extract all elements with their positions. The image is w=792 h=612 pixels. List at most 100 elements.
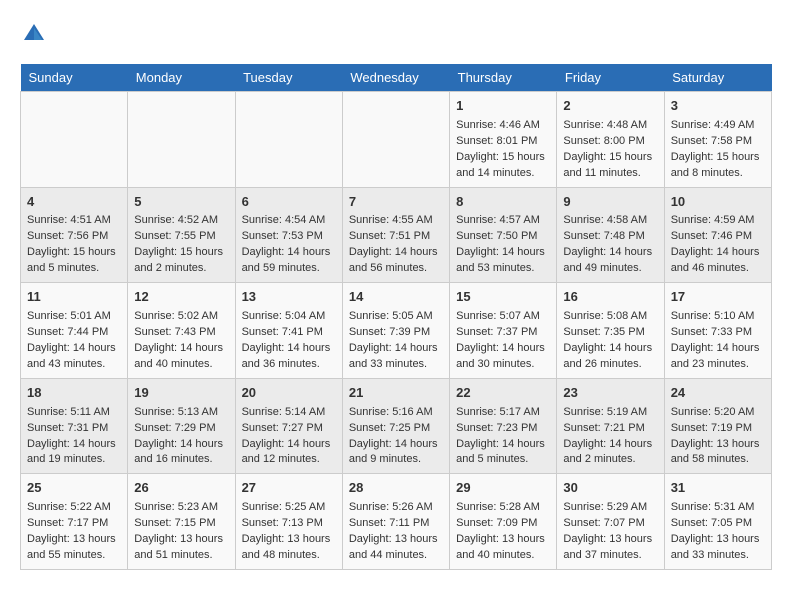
day-cell: 20Sunrise: 5:14 AMSunset: 7:27 PMDayligh… [235, 378, 342, 474]
day-number: 24 [671, 384, 765, 403]
day-info: Daylight: 15 hours [563, 150, 657, 166]
day-number: 22 [456, 384, 550, 403]
day-info: Sunset: 7:07 PM [563, 516, 657, 532]
day-cell: 23Sunrise: 5:19 AMSunset: 7:21 PMDayligh… [557, 378, 664, 474]
day-cell [342, 92, 449, 188]
day-cell: 10Sunrise: 4:59 AMSunset: 7:46 PMDayligh… [664, 187, 771, 283]
day-info: Sunrise: 5:29 AM [563, 500, 657, 516]
day-info: Sunset: 7:48 PM [563, 229, 657, 245]
week-row-5: 25Sunrise: 5:22 AMSunset: 7:17 PMDayligh… [21, 474, 772, 570]
day-info: Sunset: 8:01 PM [456, 134, 550, 150]
day-info: and 56 minutes. [349, 261, 443, 277]
day-info: Daylight: 14 hours [456, 245, 550, 261]
day-info: Sunrise: 4:55 AM [349, 213, 443, 229]
day-number: 3 [671, 97, 765, 116]
week-row-1: 1Sunrise: 4:46 AMSunset: 8:01 PMDaylight… [21, 92, 772, 188]
day-number: 25 [27, 479, 121, 498]
day-info: Daylight: 14 hours [27, 341, 121, 357]
day-cell: 29Sunrise: 5:28 AMSunset: 7:09 PMDayligh… [450, 474, 557, 570]
day-number: 9 [563, 193, 657, 212]
day-info: Sunrise: 4:52 AM [134, 213, 228, 229]
day-cell: 1Sunrise: 4:46 AMSunset: 8:01 PMDaylight… [450, 92, 557, 188]
day-number: 5 [134, 193, 228, 212]
day-cell: 12 Sunrise: 5:02 AMSunset: 7:43 PMDayligh… [128, 283, 235, 379]
day-cell: 28Sunrise: 5:26 AMSunset: 7:11 PMDayligh… [342, 474, 449, 570]
day-info: Daylight: 14 hours [27, 437, 121, 453]
day-number: 4 [27, 193, 121, 212]
day-info: Daylight: 15 hours [456, 150, 550, 166]
day-info: Daylight: 14 hours [134, 341, 228, 357]
day-header-wednesday: Wednesday [342, 64, 449, 92]
day-number: 29 [456, 479, 550, 498]
day-info: Sunrise: 4:54 AM [242, 213, 336, 229]
day-cell: 26Sunrise: 5:23 AMSunset: 7:15 PMDayligh… [128, 474, 235, 570]
day-info: Sunset: 7:56 PM [27, 229, 121, 245]
day-info: Sunrise: 5:16 AM [349, 405, 443, 421]
day-number: 18 [27, 384, 121, 403]
header-row: SundayMondayTuesdayWednesdayThursdayFrid… [21, 64, 772, 92]
day-info: Sunrise: 5:07 AM [456, 309, 550, 325]
day-info: Daylight: 15 hours [27, 245, 121, 261]
day-info: Sunrise: 5:02 AM [134, 309, 228, 325]
day-info: Sunrise: 5:14 AM [242, 405, 336, 421]
day-info: Sunset: 7:09 PM [456, 516, 550, 532]
day-info: Daylight: 13 hours [27, 532, 121, 548]
day-cell: 3Sunrise: 4:49 AMSunset: 7:58 PMDaylight… [664, 92, 771, 188]
day-info: and 37 minutes. [563, 548, 657, 564]
day-number: 21 [349, 384, 443, 403]
day-info: and 11 minutes. [563, 166, 657, 182]
day-number: 11 [27, 288, 121, 307]
day-info: and 33 minutes. [349, 357, 443, 373]
day-number: 12 [134, 288, 228, 307]
day-cell: 17Sunrise: 5:10 AMSunset: 7:33 PMDayligh… [664, 283, 771, 379]
day-info: Sunset: 7:11 PM [349, 516, 443, 532]
day-cell: 27Sunrise: 5:25 AMSunset: 7:13 PMDayligh… [235, 474, 342, 570]
day-info: Sunset: 7:43 PM [134, 325, 228, 341]
day-number: 10 [671, 193, 765, 212]
day-info: and 46 minutes. [671, 261, 765, 277]
day-info: Sunrise: 5:05 AM [349, 309, 443, 325]
day-cell: 14Sunrise: 5:05 AMSunset: 7:39 PMDayligh… [342, 283, 449, 379]
day-cell: 31Sunrise: 5:31 AMSunset: 7:05 PMDayligh… [664, 474, 771, 570]
day-info: Sunrise: 5:22 AM [27, 500, 121, 516]
day-info: Sunset: 7:37 PM [456, 325, 550, 341]
day-cell: 4Sunrise: 4:51 AMSunset: 7:56 PMDaylight… [21, 187, 128, 283]
day-info: Daylight: 14 hours [563, 437, 657, 453]
logo [20, 20, 52, 48]
day-info: Sunrise: 4:58 AM [563, 213, 657, 229]
calendar-table: SundayMondayTuesdayWednesdayThursdayFrid… [20, 64, 772, 570]
day-info: and 40 minutes. [134, 357, 228, 373]
day-info: Daylight: 14 hours [242, 245, 336, 261]
day-info: Sunrise: 5:11 AM [27, 405, 121, 421]
day-info: Sunrise: 5:31 AM [671, 500, 765, 516]
day-info: Sunrise: 5:28 AM [456, 500, 550, 516]
day-info: Daylight: 13 hours [349, 532, 443, 548]
day-info: and 2 minutes. [134, 261, 228, 277]
day-info: Daylight: 14 hours [563, 245, 657, 261]
day-header-sunday: Sunday [21, 64, 128, 92]
day-info: and 59 minutes. [242, 261, 336, 277]
day-info: Daylight: 13 hours [671, 532, 765, 548]
day-info: Sunset: 7:21 PM [563, 421, 657, 437]
day-info: Daylight: 15 hours [671, 150, 765, 166]
day-info: Sunrise: 5:17 AM [456, 405, 550, 421]
page-header [20, 20, 772, 48]
day-info: Daylight: 14 hours [456, 437, 550, 453]
day-info: and 58 minutes. [671, 452, 765, 468]
day-number: 19 [134, 384, 228, 403]
day-info: Sunset: 7:46 PM [671, 229, 765, 245]
day-info: Sunrise: 5:08 AM [563, 309, 657, 325]
day-header-saturday: Saturday [664, 64, 771, 92]
day-number: 30 [563, 479, 657, 498]
day-info: Sunset: 7:41 PM [242, 325, 336, 341]
day-cell: 6Sunrise: 4:54 AMSunset: 7:53 PMDaylight… [235, 187, 342, 283]
day-info: and 43 minutes. [27, 357, 121, 373]
day-number: 16 [563, 288, 657, 307]
day-info: and 19 minutes. [27, 452, 121, 468]
day-cell: 19Sunrise: 5:13 AMSunset: 7:29 PMDayligh… [128, 378, 235, 474]
day-number: 6 [242, 193, 336, 212]
day-info: and 49 minutes. [563, 261, 657, 277]
day-info: Daylight: 13 hours [134, 532, 228, 548]
day-number: 17 [671, 288, 765, 307]
day-info: and 5 minutes. [456, 452, 550, 468]
